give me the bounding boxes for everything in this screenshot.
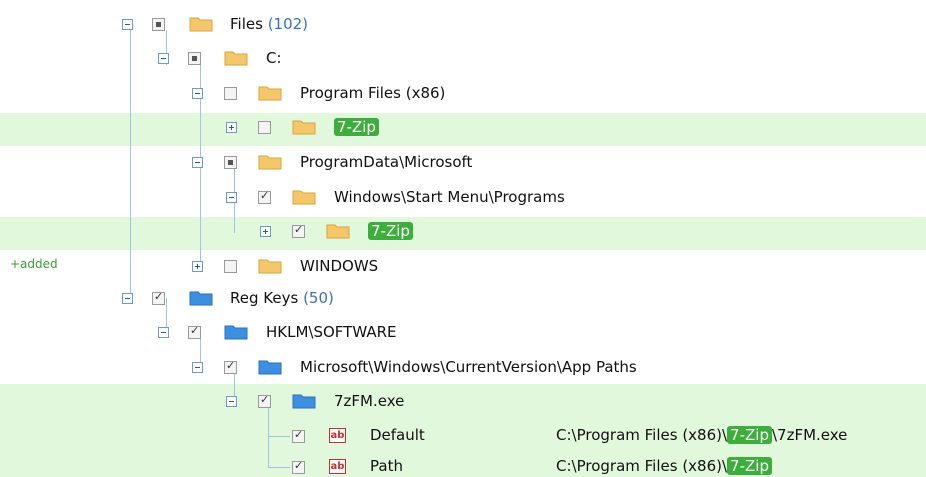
collapse-toggle[interactable] [122,19,133,30]
checkbox[interactable] [224,260,237,273]
checkbox[interactable] [188,52,201,65]
tree-label-programdata[interactable]: ProgramData\Microsoft [300,153,472,171]
row-highlight [0,217,926,250]
checkbox[interactable] [292,459,305,474]
collapse-toggle[interactable] [192,362,203,373]
added-tag: 7-Zip [727,426,772,444]
tree-label-start-menu[interactable]: Windows\Start Menu\Programs [334,188,565,206]
value-data-default: C:\Program Files (x86)\ 7-Zip \7zFM.exe [556,426,848,444]
registry-folder-icon [224,325,248,340]
tree-label-7zip[interactable]: 7-Zip [368,222,413,240]
tree-label-drive-c[interactable]: C: [266,49,282,67]
collapse-toggle[interactable] [158,53,169,64]
added-tag: 7-Zip [334,118,379,136]
value-name-default[interactable]: Default [370,426,425,444]
expand-toggle[interactable] [192,261,203,272]
checkbox[interactable] [292,428,305,443]
checkbox[interactable] [152,18,165,31]
checkbox[interactable] [188,324,201,339]
checkbox[interactable] [224,87,237,100]
tree-label-windows[interactable]: WINDOWS [300,257,378,275]
registry-folder-icon [189,291,213,306]
tree-line [268,402,269,467]
value-name-path[interactable]: Path [370,457,403,475]
folder-icon [326,224,350,239]
added-tag: 7-Zip [727,457,772,475]
tree-line [268,436,290,437]
checkbox[interactable] [152,290,165,305]
tree-label-7zfm[interactable]: 7zFM.exe [334,392,404,410]
folder-icon [224,51,248,66]
checkbox[interactable] [258,393,271,408]
tree-label-hklm[interactable]: HKLM\SOFTWARE [266,323,397,341]
folder-icon [189,17,213,32]
folder-icon [258,155,282,170]
expand-toggle[interactable] [260,226,271,237]
collapse-toggle[interactable] [122,293,133,304]
folder-icon [258,86,282,101]
folder-icon [258,259,282,274]
string-value-icon: ab [329,428,346,443]
tree-label-files[interactable]: Files (102) [230,15,308,33]
checkbox[interactable] [224,156,237,169]
collapse-toggle[interactable] [192,157,203,168]
row-highlight [0,113,926,146]
collapse-toggle[interactable] [226,396,237,407]
expand-toggle[interactable] [226,122,237,133]
folder-icon [292,120,316,135]
registry-folder-icon [292,394,316,409]
tree-line [268,467,290,468]
checkbox[interactable] [258,189,271,204]
count-badge: (50) [303,289,334,307]
string-value-icon: ab [329,459,346,474]
registry-folder-icon [258,360,282,375]
tree-label-program-files[interactable]: Program Files (x86) [300,84,445,102]
tree-label-reg-keys[interactable]: Reg Keys (50) [230,289,334,307]
checkbox[interactable] [258,121,271,134]
collapse-toggle[interactable] [192,88,203,99]
collapse-toggle[interactable] [226,192,237,203]
tree-label-app-paths[interactable]: Microsoft\Windows\CurrentVersion\App Pat… [300,358,637,376]
collapse-toggle[interactable] [158,327,169,338]
checkbox[interactable] [224,359,237,374]
checkbox[interactable] [292,223,305,238]
tree-label-7zip[interactable]: 7-Zip [334,118,379,136]
count-badge: (102) [267,15,309,33]
added-legend: +added [10,257,58,271]
value-data-path: C:\Program Files (x86)\ 7-Zip [556,457,772,475]
tree-line [130,30,131,298]
added-tag: 7-Zip [368,222,413,240]
folder-icon [292,190,316,205]
